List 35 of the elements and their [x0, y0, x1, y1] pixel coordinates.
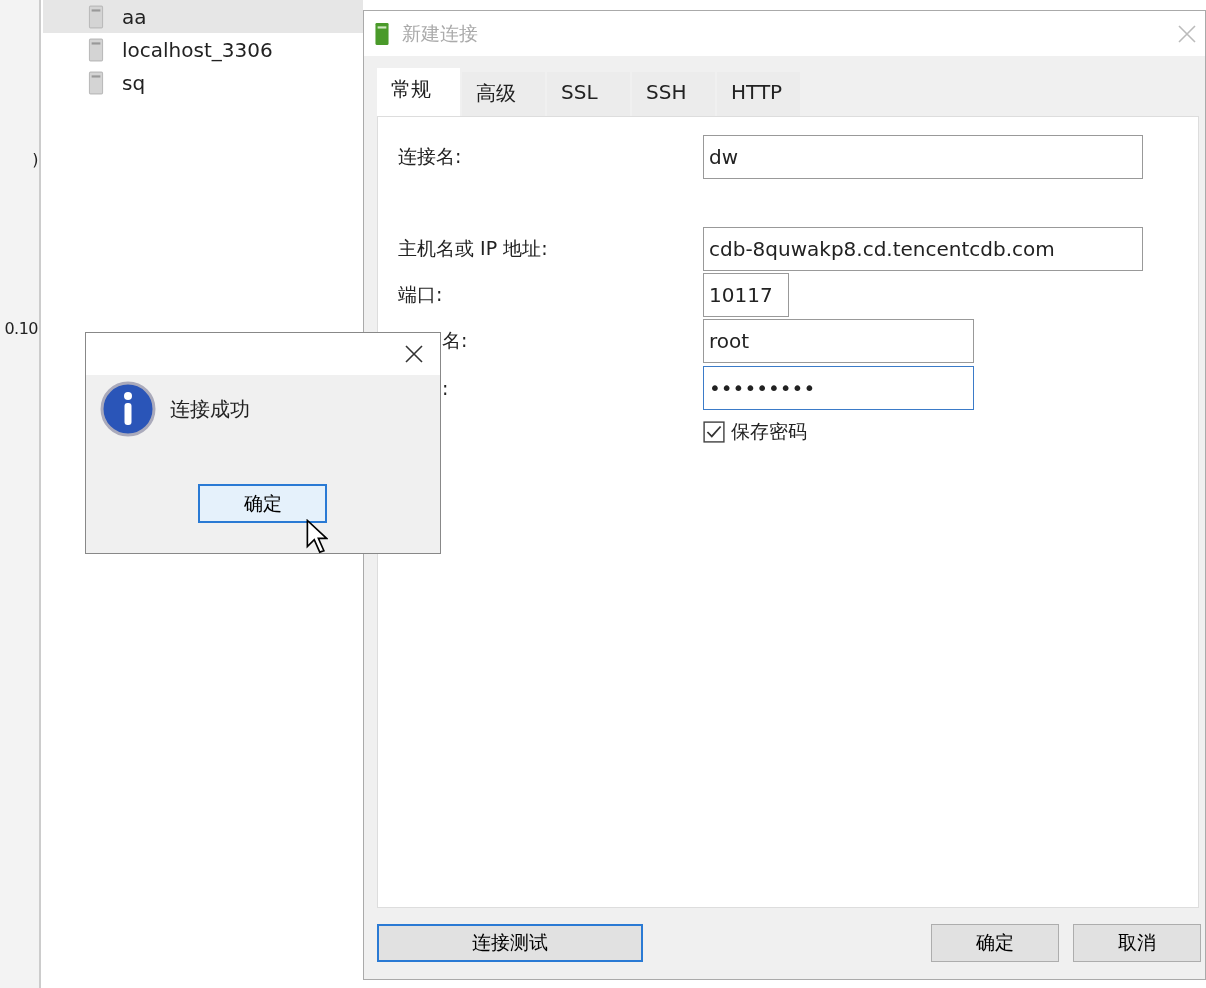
side-text: 0.10: [4, 319, 39, 338]
app-icon: [374, 21, 390, 46]
input-field[interactable]: •••••••••: [703, 366, 974, 410]
cursor-icon: [306, 519, 328, 555]
input-field[interactable]: root: [703, 319, 974, 363]
message-text: 连接成功: [170, 395, 250, 423]
checkbox-label: 保存密码: [731, 419, 807, 444]
field-label: 连接名:: [398, 144, 463, 169]
tab[interactable]: SSL: [547, 72, 630, 116]
field-label: 名:: [441, 328, 469, 353]
input-field[interactable]: 10117: [703, 273, 789, 317]
dialog-title: 新建连接: [402, 20, 479, 46]
side-text: ): [32, 150, 39, 169]
tab[interactable]: SSH: [632, 72, 715, 116]
ok-button[interactable]: 确定: [931, 924, 1059, 962]
server-icon: [88, 70, 104, 95]
tab[interactable]: 高级: [462, 72, 545, 116]
field-label: :: [441, 377, 450, 399]
server-icon: [88, 37, 104, 62]
tab[interactable]: 常规: [377, 68, 460, 116]
server-icon: [88, 4, 104, 29]
checkbox[interactable]: [703, 421, 725, 443]
info-icon: [100, 381, 156, 437]
close-icon[interactable]: [404, 344, 424, 364]
input-field[interactable]: cdb-8quwakp8.cd.tencentcdb.com: [703, 227, 1143, 271]
field-label: 端口:: [398, 282, 444, 307]
input-field[interactable]: dw: [703, 135, 1143, 179]
field-label: 主机名或 IP 地址:: [398, 236, 549, 261]
ok-button[interactable]: 确定: [198, 484, 327, 523]
tab[interactable]: HTTP: [717, 72, 800, 116]
test-connection-button[interactable]: 连接测试: [377, 924, 643, 962]
connection-item[interactable]: sq: [43, 66, 363, 99]
cancel-button[interactable]: 取消: [1073, 924, 1201, 962]
connection-item[interactable]: aa: [43, 0, 363, 33]
connection-item[interactable]: localhost_3306: [43, 33, 363, 66]
